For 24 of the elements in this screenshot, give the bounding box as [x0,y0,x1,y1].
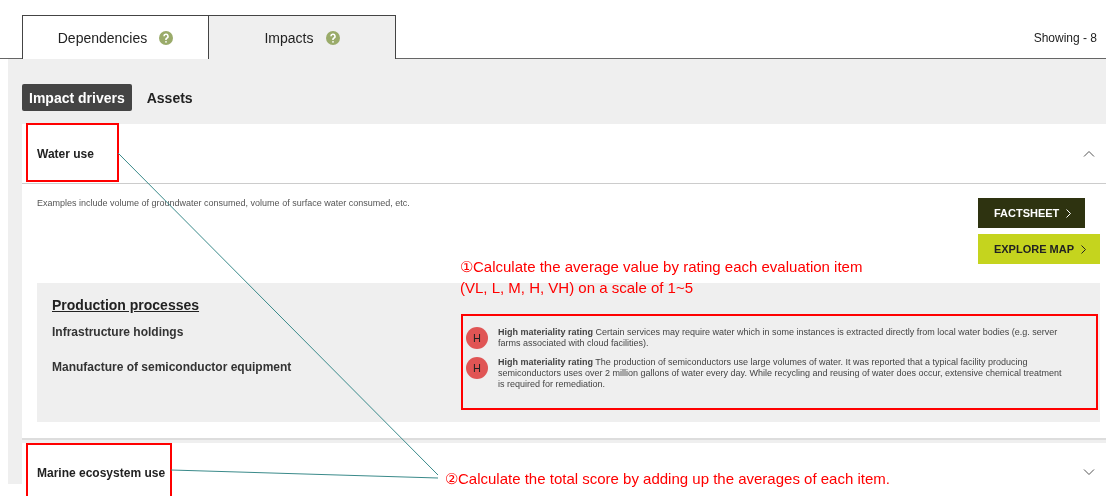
annotation-text: (VL, L, M, H, VH) on a scale of 1~5 [460,278,695,298]
help-icon [325,30,340,45]
tab[interactable]: Dependencies [22,15,209,59]
help-icon [159,30,174,45]
rating-text: High materiality rating Certain services may require water which in some instances is extracted directly from local water bodies (e.g. server farms associated with cloud facilities). [498,327,1059,349]
rating-text: High materiality rating The production of semiconductors use large volumes of water. It was reported that a typical facility producing semiconductors uses over 2 million gallons of water every day. While recycling and reusing of water does occur, extensive chemical treatment is required for remediation. [498,357,1063,390]
chevron-icon [1066,208,1072,218]
accordion-header[interactable]: Water use [22,124,1106,184]
link-button[interactable]: EXPLORE MAP [977,234,1100,264]
tab[interactable]: Impacts [209,15,396,59]
annotation-text: ①Calculate the average value by rating each evaluation item [460,257,863,277]
process-item: Infrastructure holdings [52,325,185,339]
process-item: Manufacture of semiconductor equipment [52,360,293,374]
sub-tab[interactable]: Impact drivers [22,84,132,111]
accordion-title: Marine ecosystem use [37,465,166,480]
chevron-icon [1081,244,1086,254]
section-heading[interactable]: Production processes [52,297,462,313]
accordion-title: Water use [37,146,94,161]
rating-badge: H [466,327,488,349]
annotation-text: ②Calculate the total score by adding up the averages of each item. [445,469,890,489]
sub-tab[interactable]: Assets [139,84,200,111]
link-button[interactable]: FACTSHEET [977,198,1086,228]
result-count: Showing - 8 [1033,31,1097,45]
rating-badge: H [466,357,488,379]
